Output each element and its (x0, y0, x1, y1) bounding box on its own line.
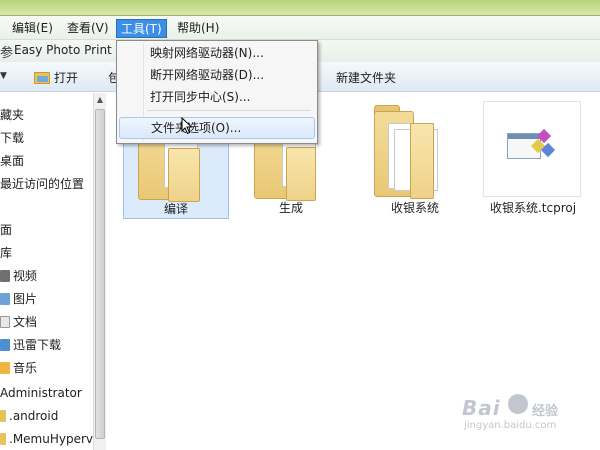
nav-videos-label: 视频 (13, 269, 38, 283)
folder-icon (0, 410, 6, 422)
new-folder-button[interactable]: 新建文件夹 (336, 68, 396, 88)
baidu-jingyan-watermark: Bai 经验 jingyan.baidu.com (458, 394, 578, 438)
menu-help[interactable]: 帮助(H) (173, 19, 223, 38)
folder-icon (0, 433, 6, 445)
open-folder-icon (34, 72, 50, 84)
baidu-paw-icon (508, 394, 528, 414)
file-name: 收银系统 (390, 201, 439, 215)
file-item-cashier-system[interactable]: 收银系统 (360, 101, 470, 219)
document-library-icon (0, 316, 10, 328)
app-glyph-partial: 参 (0, 46, 14, 61)
nav-desktop[interactable]: 桌面 (0, 151, 24, 171)
download-library-icon (0, 339, 10, 351)
nav-administrator[interactable]: Administrator (0, 383, 82, 403)
open-button[interactable]: 打开 (34, 68, 78, 88)
window-title-strip (0, 0, 600, 16)
folder-flap (286, 147, 316, 201)
nav-xunlei-label: 迅雷下载 (13, 338, 62, 352)
folder-flap (168, 148, 200, 202)
open-button-label: 打开 (54, 71, 79, 85)
music-library-icon (0, 362, 10, 374)
video-library-icon (0, 270, 10, 282)
tools-menu-dropdown: 映射网络驱动器(N)... 断开网络驱动器(D)... 打开同步中心(S)...… (116, 40, 318, 144)
nav-desktop-root[interactable]: 面 (0, 220, 12, 240)
tcproj-file-icon (507, 127, 556, 167)
menu-separator (147, 110, 311, 111)
nav-videos[interactable]: 视频 (0, 266, 37, 286)
nav-pictures-label: 图片 (13, 292, 38, 306)
app-title: Easy Photo Print (14, 43, 112, 57)
nav-libraries[interactable]: 库 (0, 243, 12, 263)
folder-flap (410, 123, 434, 199)
nav-memuhyperv-folder[interactable]: .MemuHyperv (0, 429, 93, 449)
menu-item-folder-options[interactable]: 文件夹选项(O)... (119, 117, 315, 139)
nav-recent-places[interactable]: 最近访问的位置 (0, 174, 84, 194)
menu-item-disconnect-network-drive[interactable]: 断开网络驱动器(D)... (119, 64, 315, 86)
nav-xunlei-downloads[interactable]: 迅雷下载 (0, 335, 61, 355)
nav-memuhyperv-label: .MemuHyperv (9, 432, 93, 446)
nav-downloads[interactable]: 下载 (0, 128, 24, 148)
picture-library-icon (0, 293, 10, 305)
scrollbar-thumb[interactable] (95, 109, 105, 439)
scroll-up-arrow-icon[interactable]: ▲ (95, 95, 105, 105)
menu-view[interactable]: 查看(V) (63, 19, 113, 38)
file-name: 生成 (278, 201, 303, 215)
nav-favorites[interactable]: 藏夹 (0, 105, 24, 125)
navigation-pane: 藏夹 下载 桌面 最近访问的位置 面 库 视频 图片 文档 迅雷下载 音乐 Ad… (0, 93, 93, 450)
file-name: 编译 (163, 202, 188, 216)
menu-bar: 编辑(E) 查看(V) 工具(T) 帮助(H) (0, 16, 600, 40)
nav-pictures[interactable]: 图片 (0, 289, 37, 309)
file-item-tcproj[interactable]: 收银系统.tcproj (483, 101, 583, 219)
nav-documents-label: 文档 (13, 315, 38, 329)
watermark-logo-suffix: 经验 (532, 404, 559, 419)
nav-music[interactable]: 音乐 (0, 358, 37, 378)
navigation-scrollbar[interactable]: ▲ (93, 93, 106, 450)
dropdown-arrow-icon[interactable]: ▼ (0, 71, 7, 81)
menu-item-open-sync-center[interactable]: 打开同步中心(S)... (119, 86, 315, 108)
watermark-url: jingyan.baidu.com (464, 420, 557, 431)
nav-android-label: .android (9, 409, 59, 423)
nav-android-folder[interactable]: .android (0, 406, 58, 426)
file-name: 收银系统.tcproj (489, 201, 577, 215)
mouse-cursor-icon (181, 117, 193, 135)
nav-music-label: 音乐 (13, 361, 38, 375)
nav-documents[interactable]: 文档 (0, 312, 37, 332)
watermark-logo: Bai (462, 396, 501, 420)
menu-edit[interactable]: 编辑(E) (8, 19, 57, 38)
menu-tools[interactable]: 工具(T) (116, 19, 167, 38)
menu-item-map-network-drive[interactable]: 映射网络驱动器(N)... (119, 42, 315, 64)
